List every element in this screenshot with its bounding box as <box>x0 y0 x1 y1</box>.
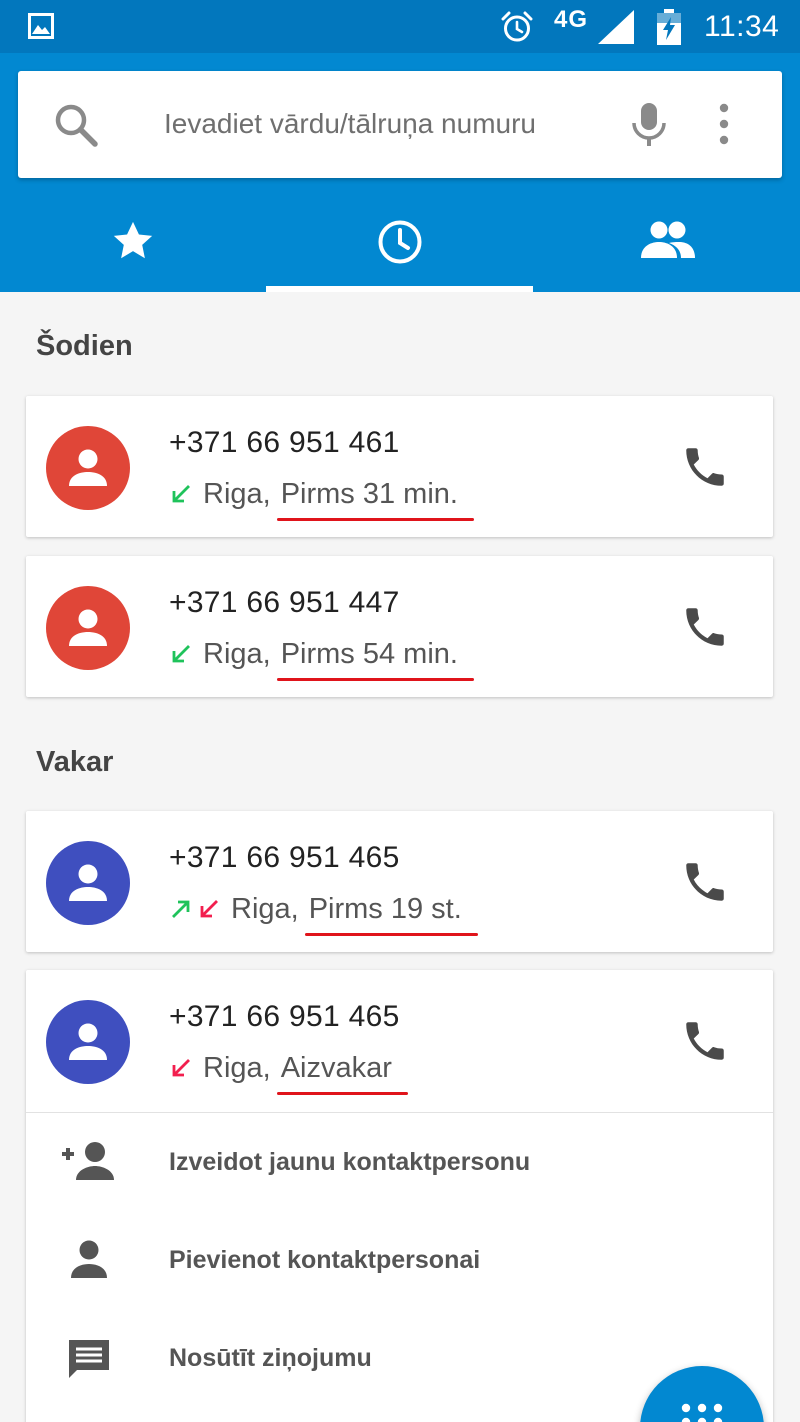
call-detail: Riga, Aizvakar <box>169 1050 409 1095</box>
call-log-item-expanded[interactable]: +371 66 951 465 Riga, Aizvakar Izveidot … <box>26 970 773 1422</box>
person-icon <box>69 864 107 901</box>
missed-call-arrow-icon <box>200 900 218 918</box>
phone-number: +371 66 951 465 <box>169 841 400 874</box>
phone-call-icon[interactable] <box>680 857 730 907</box>
message-icon <box>69 1340 109 1378</box>
phone-number: +371 66 951 465 <box>169 1000 400 1033</box>
incoming-call-arrow-icon <box>172 645 190 663</box>
create-contact-label: Izveidot jaunu kontaktpersonu <box>169 1148 531 1176</box>
call-detail: Riga, Pirms 54 min. <box>169 636 475 681</box>
more-options-icon[interactable] <box>708 101 740 147</box>
call-detail: Riga, Pirms 31 min. <box>169 476 475 521</box>
call-time-ago: Pirms 54 min. <box>276 637 475 681</box>
section-today: Šodien <box>36 330 133 362</box>
person-icon <box>69 1023 107 1060</box>
call-log-item[interactable]: +371 66 951 447 Riga, Pirms 54 min. <box>26 556 773 697</box>
signal-icon <box>598 10 634 44</box>
phone-number: +371 66 951 461 <box>169 426 400 459</box>
person-add-icon <box>62 1142 114 1180</box>
phone-number: +371 66 951 447 <box>169 586 400 619</box>
person-icon <box>69 609 107 646</box>
incoming-call-arrow-icon <box>172 485 190 503</box>
app-bar <box>0 53 800 292</box>
section-yesterday: Vakar <box>36 746 114 778</box>
missed-call-arrow-icon <box>172 1059 190 1077</box>
tab-recents[interactable] <box>266 190 533 292</box>
gallery-notification-icon <box>28 13 54 39</box>
network-type: 4G <box>554 6 589 33</box>
call-location: Riga, <box>203 477 271 510</box>
alarm-icon <box>501 11 533 42</box>
actions-divider <box>26 1112 773 1113</box>
search-icon <box>55 104 98 147</box>
dialpad-icon <box>681 1403 723 1422</box>
call-location: Riga, <box>203 1051 271 1084</box>
call-location: Riga, <box>231 892 299 925</box>
send-message-label: Nosūtīt ziņojumu <box>169 1344 372 1372</box>
tab-contacts[interactable] <box>533 190 800 292</box>
avatar <box>46 1000 130 1084</box>
call-log-item[interactable]: +371 66 951 461 Riga, Pirms 31 min. <box>26 396 773 537</box>
status-bar: 4G 11:34 <box>0 0 800 53</box>
search-box[interactable] <box>18 71 782 178</box>
call-log-item[interactable]: +371 66 951 465 Riga, Pirms 19 st. <box>26 811 773 952</box>
battery-charging-icon <box>657 9 681 45</box>
person-icon <box>71 1240 107 1278</box>
phone-call-icon[interactable] <box>680 1016 730 1066</box>
call-location: Riga, <box>203 637 271 670</box>
search-input[interactable] <box>164 95 604 153</box>
call-time-ago: Aizvakar <box>276 1051 409 1095</box>
outgoing-call-arrow-icon <box>172 900 190 918</box>
phone-call-icon[interactable] <box>680 442 730 492</box>
clock-icon <box>378 220 421 264</box>
avatar <box>46 841 130 925</box>
create-contact-action[interactable]: Izveidot jaunu kontaktpersonu <box>26 1115 773 1213</box>
tab-indicator <box>266 286 533 292</box>
call-detail: Riga, Pirms 19 st. <box>169 891 478 936</box>
avatar <box>46 586 130 670</box>
microphone-icon[interactable] <box>624 99 674 149</box>
phone-call-icon[interactable] <box>680 602 730 652</box>
person-icon <box>69 449 107 486</box>
call-time-ago: Pirms 31 min. <box>276 477 475 521</box>
tab-favorites[interactable] <box>0 190 266 292</box>
add-to-contact-action[interactable]: Pievienot kontaktpersonai <box>26 1213 773 1311</box>
call-time-ago: Pirms 19 st. <box>304 892 478 936</box>
star-icon <box>113 221 153 259</box>
clock-time: 11:34 <box>704 10 780 43</box>
add-to-contact-label: Pievienot kontaktpersonai <box>169 1246 481 1274</box>
people-icon <box>640 221 695 258</box>
avatar <box>46 426 130 510</box>
